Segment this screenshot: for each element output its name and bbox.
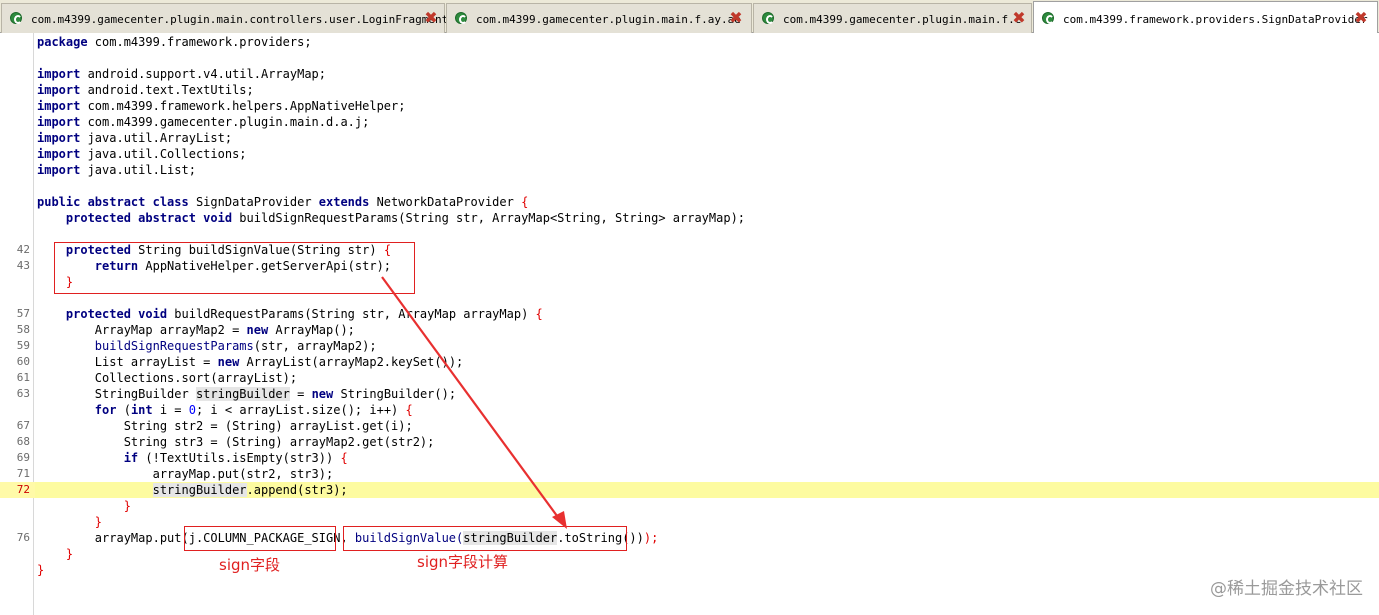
close-icon[interactable]: ✖ bbox=[1012, 10, 1026, 26]
close-icon[interactable]: ✖ bbox=[424, 10, 438, 26]
tab-main-f-c[interactable]: com.m4399.gamecenter.plugin.main.f.c ✖ bbox=[753, 3, 1032, 33]
tab-label: com.m4399.gamecenter.plugin.main.control… bbox=[31, 13, 449, 26]
class-icon bbox=[1042, 12, 1054, 24]
class-icon bbox=[762, 12, 774, 24]
tab-ay-ae[interactable]: com.m4399.gamecenter.plugin.main.f.ay.ae… bbox=[446, 3, 752, 33]
watermark: @稀土掘金技术社区 bbox=[1210, 579, 1363, 599]
class-icon bbox=[455, 12, 467, 24]
class-icon bbox=[10, 12, 22, 24]
close-icon[interactable]: ✖ bbox=[729, 10, 743, 26]
tab-label: com.m4399.gamecenter.plugin.main.f.c bbox=[783, 13, 1022, 26]
tab-label: com.m4399.framework.providers.SignDataPr… bbox=[1063, 13, 1368, 26]
annotation-arrow bbox=[381, 276, 567, 529]
tab-login-fragment[interactable]: com.m4399.gamecenter.plugin.main.control… bbox=[1, 3, 449, 33]
code-editor[interactable]: package com.m4399.framework.providers; i… bbox=[0, 33, 1379, 615]
close-icon[interactable]: ✖ bbox=[1354, 10, 1368, 26]
tab-sign-data-provider[interactable]: com.m4399.framework.providers.SignDataPr… bbox=[1033, 1, 1378, 34]
editor-tab-bar: com.m4399.gamecenter.plugin.main.control… bbox=[0, 0, 1379, 34]
tab-label: com.m4399.gamecenter.plugin.main.f.ay.ae bbox=[476, 13, 741, 26]
